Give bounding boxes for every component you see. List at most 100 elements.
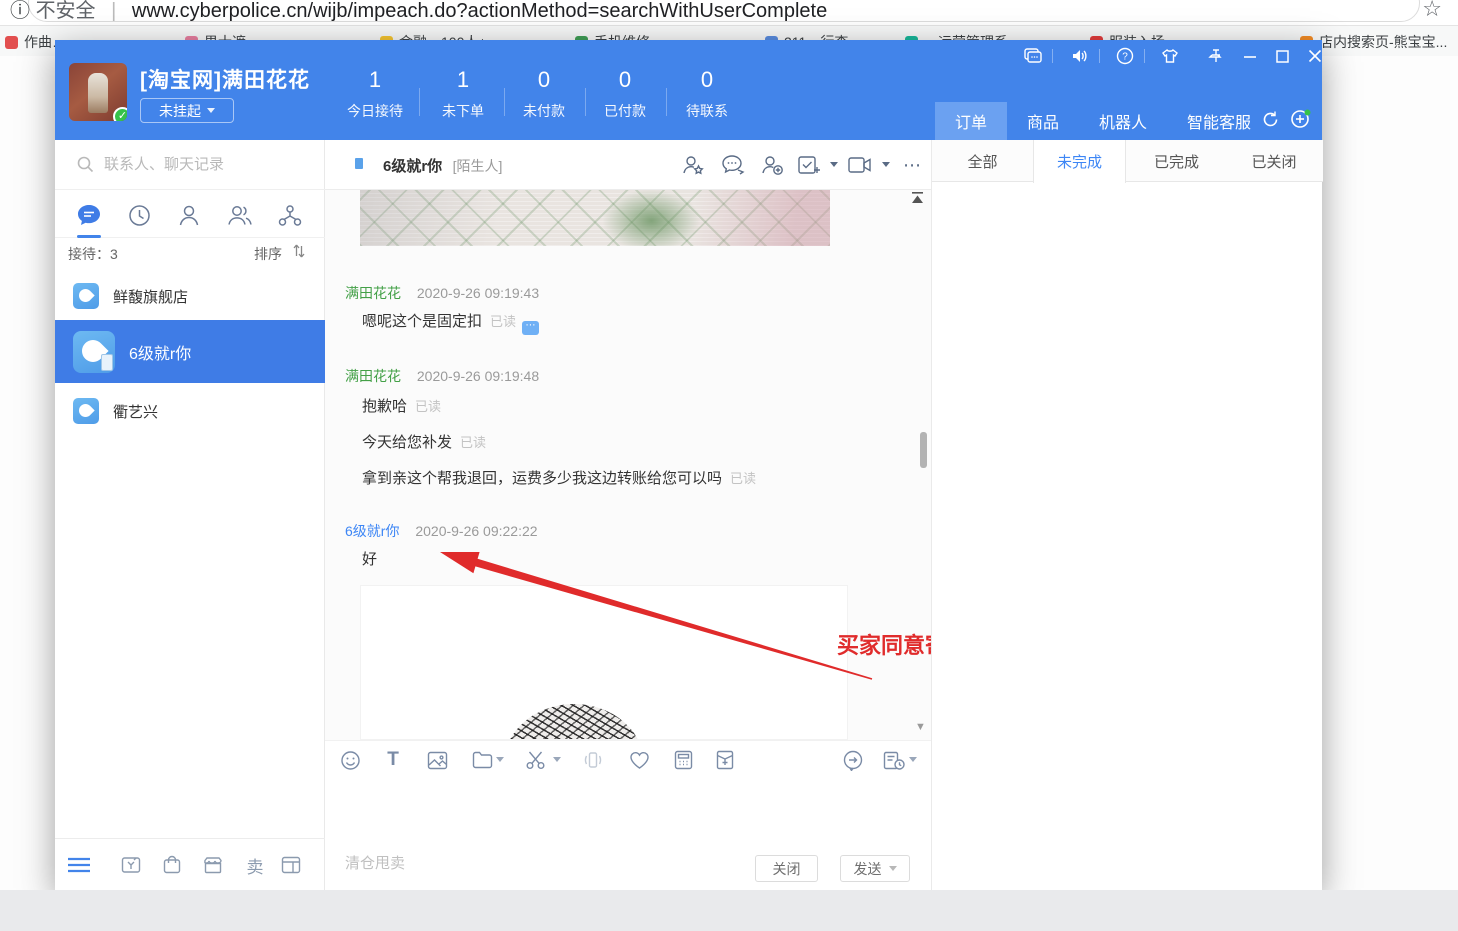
recent-history-icon[interactable] [126,202,152,228]
message-line: 嗯呢这个是固定扣已读⋯ [362,310,539,335]
star-contact-icon[interactable] [680,153,706,177]
scroll-to-top-icon[interactable] [911,192,924,204]
skin-theme-icon[interactable] [1157,45,1183,67]
red-envelope-icon[interactable] [712,748,738,772]
annotation-text: 买家同意寄回 [837,628,931,660]
mobile-badge-icon [101,354,113,371]
scroll-down-icon[interactable]: ▼ [915,721,926,733]
quick-reply-icon[interactable] [840,748,866,772]
maximize-button[interactable] [1269,45,1295,67]
contact-row[interactable]: 衢艺兴 [55,387,325,435]
chat-tab-icon[interactable] [76,202,102,228]
composer-area[interactable]: 清仓甩卖 关闭 发送 [325,778,931,890]
image-upload-icon[interactable] [424,748,450,772]
contacts-icon[interactable] [176,202,202,228]
calculator-icon[interactable] [670,748,696,772]
favorite-heart-icon[interactable] [626,748,652,772]
peer-tag: [陌生人] [453,158,503,174]
tab-orders[interactable]: 订单 [935,102,1007,140]
chat-image-product[interactable] [360,585,848,740]
svg-text:?: ? [1122,52,1128,63]
chevron-down-icon[interactable] [496,757,504,762]
transfer-chat-icon[interactable] [720,153,746,177]
order-tab-all[interactable]: 全部 [934,140,1031,182]
sender-name[interactable]: 6级就r你 [345,523,399,539]
sender-name[interactable]: 满田花花 [345,368,401,384]
shop-avatar[interactable]: ✓ [69,63,127,121]
order-tab-closed[interactable]: 已关闭 [1227,140,1321,182]
order-tab-finished[interactable]: 已完成 [1128,140,1225,182]
chat-column: 6级就r你 [陌生人] [325,140,931,890]
minimize-button[interactable] [1237,45,1263,67]
folder-file-icon[interactable] [469,748,495,772]
chevron-down-icon[interactable] [553,757,561,762]
avatar-image [88,73,108,113]
panel-tabs: 订单 商品 机器人 智能客服 [935,102,1271,140]
security-label: 不安全 [36,0,96,22]
org-structure-icon[interactable] [277,202,303,228]
tab-smart-service[interactable]: 智能客服 [1167,102,1271,140]
create-task-icon[interactable] [796,153,822,177]
reception-row: 接待：3 排序 [55,238,325,268]
add-plus-icon[interactable] [1290,108,1312,130]
search-input[interactable] [104,156,294,173]
sort-label[interactable]: 排序 [254,244,282,264]
message-meta: 6级就r你 2020-9-26 09:22:22 [345,521,538,541]
message-line: 拿到亲这个帮我退回，运费多少我这边转账给您可以吗已读 [362,467,756,488]
message-meta: 满田花花 2020-9-26 09:19:48 [345,366,539,386]
message-time: 2020-9-26 09:22:22 [415,523,537,539]
chat-log-icon[interactable] [881,748,907,772]
speaker-icon[interactable] [1067,45,1093,67]
contact-row[interactable]: 鲜馥旗舰店 [55,272,325,320]
contact-row-selected[interactable]: 6级就r你 [55,320,325,383]
shopping-bag-icon[interactable] [160,853,184,877]
chat-image-fabric[interactable] [360,190,830,246]
tab-robot[interactable]: 机器人 [1079,102,1167,140]
video-call-icon[interactable] [847,153,873,177]
sort-icon[interactable] [292,243,306,259]
groups-icon[interactable] [227,202,253,228]
main-menu-icon[interactable] [67,853,91,877]
chevron-down-icon[interactable] [830,162,838,167]
add-contact-icon[interactable] [759,153,785,177]
contact-name: 6级就r你 [129,340,191,364]
chevron-down-icon[interactable] [909,757,917,762]
stat-paid: 0已付款 [580,68,670,121]
sell-icon[interactable]: 卖 [243,853,267,877]
mini-chat-icon[interactable]: ⋯ [522,321,539,335]
help-icon[interactable]: ? [1112,45,1138,67]
url-text[interactable]: ⓘ 不安全 | www.cyberpolice.cn/wijb/impeach.… [10,0,827,23]
tab-products[interactable]: 商品 [1007,102,1079,140]
shop-title: [淘宝网]满田花花 [140,64,310,94]
emoji-icon[interactable] [337,748,363,772]
close-chat-button[interactable]: 关闭 [755,855,818,882]
page-bottom-strip [0,890,1458,931]
transfer-money-icon[interactable] [119,853,143,877]
bookmark-star-icon[interactable]: ☆ [1422,0,1442,22]
shake-window-icon[interactable] [580,748,606,772]
chat-header: 6级就r你 [陌生人] [325,140,931,190]
read-receipt: 已读 [490,314,516,329]
pin-icon[interactable] [1202,45,1228,67]
chevron-down-icon [889,866,897,871]
read-receipt: 已读 [460,435,486,450]
peer-name: 6级就r你 [383,158,442,175]
sender-name[interactable]: 满田花花 [345,285,401,301]
order-tab-unfinished[interactable]: 未完成 [1033,140,1126,183]
more-options-icon[interactable]: ⋯ [899,153,925,177]
layout-panel-icon[interactable] [279,853,303,877]
composer-suggestion[interactable]: 清仓甩卖 [345,852,405,873]
send-button[interactable]: 发送 [840,855,910,882]
refresh-icon[interactable] [1261,110,1280,129]
message-line: 好 [362,548,377,569]
store-box-icon[interactable] [201,853,225,877]
chat-scrollbar-thumb[interactable] [920,432,927,468]
close-button[interactable] [1302,45,1328,67]
suspend-status-button[interactable]: 未挂起 [140,98,234,123]
browser-url-bar: ⓘ 不安全 | www.cyberpolice.cn/wijb/impeach.… [0,0,1458,26]
sidebar-icon-tabs [55,190,325,238]
screenshot-scissors-icon[interactable] [522,748,548,772]
font-format-icon[interactable]: T [380,748,406,772]
feedback-message-icon[interactable] [1020,45,1046,67]
chevron-down-icon[interactable] [882,162,890,167]
